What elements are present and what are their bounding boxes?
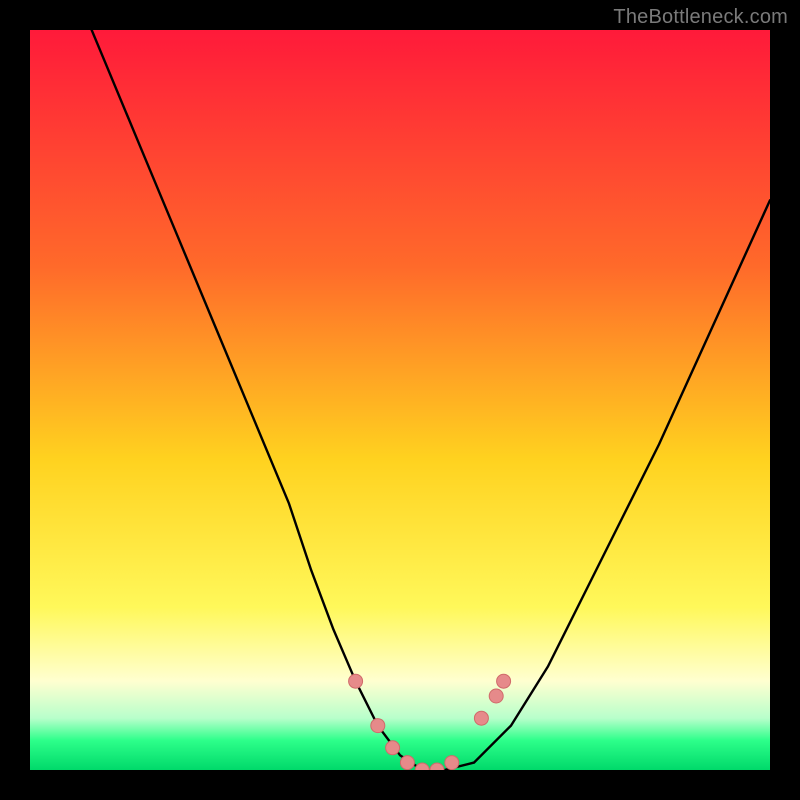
marker-point — [349, 674, 363, 688]
marker-point — [400, 756, 414, 770]
marker-point — [474, 711, 488, 725]
marker-point — [371, 719, 385, 733]
chart-frame: TheBottleneck.com — [0, 0, 800, 800]
curve-layer — [30, 30, 770, 770]
plot-area — [30, 30, 770, 770]
marker-point — [386, 741, 400, 755]
marker-point — [445, 756, 459, 770]
marker-point — [489, 689, 503, 703]
marker-point — [430, 763, 444, 770]
highlight-markers — [349, 674, 511, 770]
marker-point — [497, 674, 511, 688]
watermark-text: TheBottleneck.com — [613, 6, 788, 29]
marker-point — [415, 763, 429, 770]
bottleneck-curve — [30, 30, 770, 770]
